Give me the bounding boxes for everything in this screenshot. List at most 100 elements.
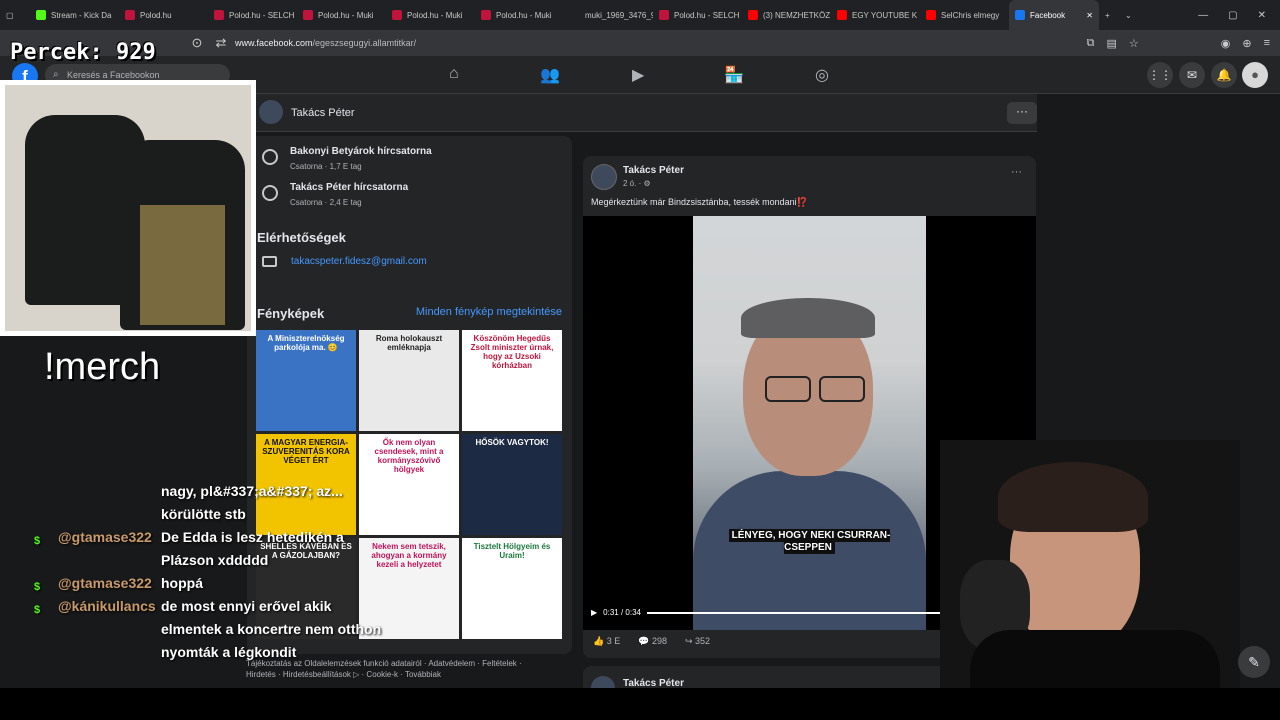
chat-message: nyomták a légkondit: [34, 641, 404, 664]
photos-heading: Fényképek: [257, 306, 325, 321]
friends-icon[interactable]: 👥: [540, 65, 560, 85]
bookmark-star-icon[interactable]: ☆: [1129, 37, 1139, 50]
post-timestamp[interactable]: 2 ó. · ⚙: [623, 179, 651, 188]
photo-thumbnail[interactable]: Köszönöm Hegedűs Zsolt miniszter úrnak, …: [462, 330, 562, 431]
tab-favicon-icon: [748, 10, 758, 20]
notifications-bell-icon[interactable]: 🔔: [1211, 62, 1237, 88]
webcam-hair: [998, 462, 1148, 532]
chat-text: körülötte stb: [161, 506, 246, 522]
email-row: takacspeter.fidesz@gmail.com: [262, 256, 427, 267]
chat-text: elmentek a koncertre nem otthon: [161, 621, 382, 637]
merch-command-text: !merch: [44, 346, 161, 388]
see-all-photos-link[interactable]: Minden fénykép megtekintése: [416, 306, 562, 318]
browser-tab[interactable]: SelChris elmegy: [920, 0, 1009, 30]
new-tab-icon[interactable]: +: [1099, 0, 1119, 30]
photo-thumbnail[interactable]: A Miniszterelnökség parkolója ma. 😊: [256, 330, 356, 431]
tab-favicon-icon: [570, 10, 580, 20]
browser-tab[interactable]: (3) NEMZHETKÖZ: [742, 0, 831, 30]
video-subtitle: LÉNYEG, HOGY NEKI CSURRAN-CSEPPEN: [713, 529, 906, 554]
tab-search-icon[interactable]: ⌄: [1119, 0, 1139, 30]
post-options-icon[interactable]: ···: [1011, 166, 1022, 178]
tab-label: Facebook: [1030, 10, 1066, 20]
channel-item[interactable]: Takács Péter hírcsatorna Csatorna · 2,4 E…: [262, 182, 408, 207]
profile-avatar[interactable]: ●: [1242, 62, 1268, 88]
tab-favicon-icon: [125, 10, 135, 20]
browser-tab[interactable]: Polod.hu: [119, 0, 208, 30]
post-text: Megérkeztünk már Bindzsisztánba, tessék …: [591, 197, 808, 207]
close-window-icon[interactable]: ✕: [1258, 10, 1266, 21]
browser-tab-bar: ▢ Stream - Kick Da Polod.hu Polod.hu - SEL…: [0, 0, 1280, 30]
share-count: 352: [695, 636, 711, 646]
minutes-counter: Percek: 929: [10, 40, 156, 65]
post-author-avatar[interactable]: [591, 676, 615, 688]
browser-tab[interactable]: Polod.hu - Muki: [386, 0, 475, 30]
browser-menu-icon[interactable]: ≡: [1264, 37, 1270, 49]
photo-thumbnail[interactable]: Tisztelt Hölgyeim és Uraim!: [462, 538, 562, 639]
contacts-heading: Elérhetőségek: [257, 230, 346, 245]
browser-tab[interactable]: EGY YOUTUBE K: [831, 0, 920, 30]
maximize-icon[interactable]: ▢: [1228, 10, 1237, 21]
tab-menu-icon[interactable]: ▢: [0, 0, 30, 30]
photo-thumbnail[interactable]: HŐSÖK VAGYTOK!: [462, 434, 562, 535]
toolbar-icons: ⧉ ▤ ☆ ◉ ⊕ ≡: [1087, 30, 1270, 56]
tab-label: Polod.hu - Muki: [318, 10, 374, 20]
chat-message: $ @gtamase322 hoppá: [34, 572, 404, 595]
page-more-button[interactable]: ···: [1007, 102, 1037, 124]
window-controls: — ▢ ✕: [1198, 0, 1280, 30]
reader-icon[interactable]: ▤: [1106, 37, 1116, 50]
channel-icon: [262, 185, 278, 201]
video-subtitle-text: LÉNYEG, HOGY NEKI CSURRAN-CSEPPEN: [728, 529, 891, 554]
chat-text: De Edda is lesz hetedikén a: [161, 529, 344, 545]
home-icon[interactable]: ⌂: [449, 65, 459, 83]
marketplace-icon[interactable]: 🏪: [724, 65, 744, 85]
channel-item[interactable]: Bakonyi Betyárok hírcsatorna Csatorna · 1…: [262, 146, 432, 171]
share-button[interactable]: ↪ 352: [685, 636, 710, 647]
menu-grid-icon[interactable]: ⋮⋮: [1147, 62, 1173, 88]
tab-label: Stream - Kick Da: [51, 10, 112, 20]
chat-text: nagy, pl&#337;a&#337; az...: [161, 483, 343, 499]
browser-tab[interactable]: Facebook ✕: [1009, 0, 1099, 30]
page-avatar[interactable]: [259, 100, 283, 124]
groups-icon[interactable]: ◎: [815, 65, 829, 85]
address-bar[interactable]: www.facebook.com/egeszsegugyi.allamtitka…: [235, 30, 416, 56]
page-title[interactable]: Takács Péter: [291, 107, 355, 119]
url-domain: www.facebook.com: [235, 38, 313, 48]
glasses-right: [819, 376, 865, 402]
messenger-icon[interactable]: ✉: [1179, 62, 1205, 88]
post-author[interactable]: Takács Péter: [623, 165, 684, 176]
post-reactions: 👍 3 E 💬 298 ↪ 352: [593, 636, 710, 647]
streamer-webcam: [940, 440, 1240, 688]
tab-favicon-icon: [837, 10, 847, 20]
video-icon[interactable]: ▶: [632, 65, 644, 85]
tab-label: Polod.hu - Muki: [496, 10, 552, 20]
browser-tab[interactable]: Polod.hu - Muki: [297, 0, 386, 30]
close-tab-icon[interactable]: ✕: [1086, 11, 1093, 20]
minimize-icon[interactable]: —: [1198, 10, 1208, 21]
browser-tab[interactable]: Polod.hu - SELCH: [208, 0, 297, 30]
post-author[interactable]: Takács Péter: [623, 678, 684, 688]
screenshot-icon[interactable]: ⧉: [1087, 37, 1095, 50]
post-author-avatar[interactable]: [591, 164, 617, 190]
browser-tab[interactable]: Stream - Kick Da: [30, 0, 119, 30]
site-info-icon[interactable]: ⊙: [185, 35, 209, 51]
email-link[interactable]: takacspeter.fidesz@gmail.com: [291, 256, 427, 267]
tab-label: Polod.hu: [140, 10, 172, 20]
permissions-icon[interactable]: ⇄: [209, 35, 233, 51]
browser-tab[interactable]: Polod.hu - Muki: [475, 0, 564, 30]
browser-tab[interactable]: muki_1969_3476_950: [564, 0, 653, 30]
like-button[interactable]: 👍 3 E: [593, 636, 620, 647]
comment-button[interactable]: 💬 298: [638, 636, 667, 647]
footer-links-2[interactable]: Hirdetés · Hirdetésbeállítások ▷ · Cooki…: [246, 669, 522, 680]
play-icon[interactable]: ▶: [591, 608, 597, 617]
merch-photo: [5, 85, 251, 331]
webcam-shirt: [970, 630, 1220, 688]
new-message-icon[interactable]: ✎: [1238, 646, 1270, 678]
account-icon[interactable]: ◉: [1221, 37, 1231, 50]
photo-thumbnail[interactable]: Roma holokauszt emléknapja: [359, 330, 459, 431]
chat-username: @gtamase322: [58, 529, 152, 545]
tab-favicon-icon: [481, 10, 491, 20]
tab-label: Polod.hu - Muki: [407, 10, 463, 20]
extensions-icon[interactable]: ⊕: [1242, 37, 1251, 50]
browser-tab[interactable]: Polod.hu - SELCH: [653, 0, 742, 30]
tab-label: (3) NEMZHETKÖZ: [763, 10, 831, 20]
